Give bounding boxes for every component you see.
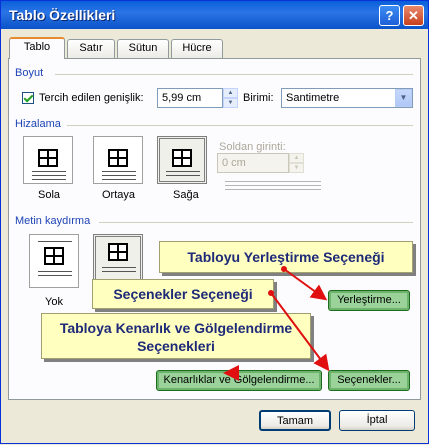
preview-line (225, 185, 321, 186)
tab-label: Tablo (23, 41, 51, 53)
spin-down-icon[interactable]: ▼ (289, 163, 304, 173)
tab-label: Hücre (182, 42, 212, 54)
section-text-wrapping: Metin kaydırma (15, 215, 91, 227)
callout-borders-text: Tabloya Kenarlık ve Gölgelendirme Seçene… (59, 320, 293, 354)
preferred-width-label: Tercih edilen genişlik: (39, 92, 144, 104)
table-icon (108, 243, 128, 261)
close-icon: ✕ (408, 8, 419, 23)
borders-shading-label: Kenarlıklar ve Gölgelendirme... (163, 374, 315, 386)
unit-value: Santimetre (286, 92, 340, 104)
help-icon: ? (385, 8, 394, 23)
spin-up-icon[interactable]: ▲ (289, 153, 304, 163)
width-input[interactable]: 5,99 cm (157, 88, 223, 108)
text-lines-icon (102, 271, 136, 272)
unit-select[interactable]: Santimetre (281, 88, 413, 108)
align-right-option[interactable] (157, 136, 207, 184)
wrap-none-label: Yok (45, 296, 63, 308)
preview-line (225, 189, 321, 190)
align-left-label: Sola (38, 189, 61, 201)
text-lines-icon (38, 271, 72, 272)
section-alignment: Hizalama (15, 118, 61, 130)
table-icon (108, 149, 128, 167)
close-button[interactable]: ✕ (403, 5, 424, 26)
text-lines-icon (38, 275, 72, 276)
align-center-option[interactable] (93, 136, 143, 184)
width-value: 5,99 cm (162, 92, 202, 104)
options-label: Seçenekler... (337, 374, 401, 386)
help-button[interactable]: ? (379, 5, 400, 26)
table-icon (172, 149, 192, 167)
preview-line (225, 181, 321, 182)
chevron-down-icon[interactable]: ▼ (395, 89, 412, 107)
text-lines-icon (38, 241, 72, 242)
indent-input[interactable]: 0 cm (217, 153, 289, 173)
width-spinner[interactable]: ▲ ▼ (223, 88, 238, 108)
window-title: Tablo Özellikleri (9, 7, 116, 23)
callout-placement: Tabloyu Yerleştirme Seçeneği (159, 241, 413, 273)
indent-spinner[interactable]: ▲ ▼ (289, 153, 304, 173)
tab-label: Sütun (128, 42, 158, 54)
section-size: Boyut (15, 67, 44, 79)
text-lines-icon (102, 175, 136, 176)
align-center-label: Ortaya (102, 189, 136, 201)
text-lines-icon (102, 179, 136, 180)
positioning-button[interactable]: Yerleştirme... (328, 290, 410, 311)
text-lines-icon (166, 175, 200, 176)
text-lines-icon (102, 171, 136, 172)
divider (99, 222, 413, 223)
preferred-width-checkbox[interactable] (22, 92, 34, 104)
tab-label: Satır (79, 42, 103, 54)
tab-table[interactable]: Tablo (9, 37, 65, 59)
table-icon (44, 247, 64, 265)
ok-button[interactable]: Tamam (259, 410, 331, 431)
text-lines-icon (102, 267, 136, 268)
callout-placement-text: Tabloyu Yerleştirme Seçeneği (187, 249, 385, 265)
cancel-button[interactable]: İptal (339, 410, 415, 431)
text-lines-icon (32, 179, 66, 180)
indent-value: 0 cm (222, 157, 246, 169)
ok-label: Tamam (276, 415, 314, 427)
unit-label: Birimi: (243, 92, 274, 104)
callout-options-text: Seçenekler Seçeneği (113, 286, 253, 302)
tab-cell[interactable]: Hücre (171, 39, 223, 58)
text-lines-icon (166, 171, 200, 172)
align-right-label: Sağa (173, 189, 199, 201)
options-button[interactable]: Seçenekler... (328, 370, 410, 391)
borders-shading-button[interactable]: Kenarlıklar ve Gölgelendirme... (156, 370, 322, 391)
table-icon (38, 149, 58, 167)
callout-borders: Tabloya Kenarlık ve Gölgelendirme Seçene… (41, 313, 311, 359)
align-left-option[interactable] (23, 136, 73, 184)
tab-row[interactable]: Satır (67, 39, 115, 58)
text-lines-icon (32, 175, 66, 176)
divider (55, 74, 413, 75)
indent-label: Soldan girinti: (219, 141, 286, 153)
callout-options: Seçenekler Seçeneği (92, 279, 274, 309)
cancel-label: İptal (366, 414, 388, 426)
positioning-label: Yerleştirme... (337, 294, 401, 306)
spin-down-icon[interactable]: ▼ (223, 98, 238, 108)
title-bar[interactable]: Tablo Özellikleri ? ✕ (1, 1, 428, 29)
text-lines-icon (32, 171, 66, 172)
wrap-none-option[interactable] (29, 234, 79, 288)
table-properties-dialog: Tablo Özellikleri ? ✕ Tablo Satır Sütun … (0, 0, 429, 444)
tab-column[interactable]: Sütun (117, 39, 169, 58)
divider (67, 125, 413, 126)
spin-up-icon[interactable]: ▲ (223, 88, 238, 98)
